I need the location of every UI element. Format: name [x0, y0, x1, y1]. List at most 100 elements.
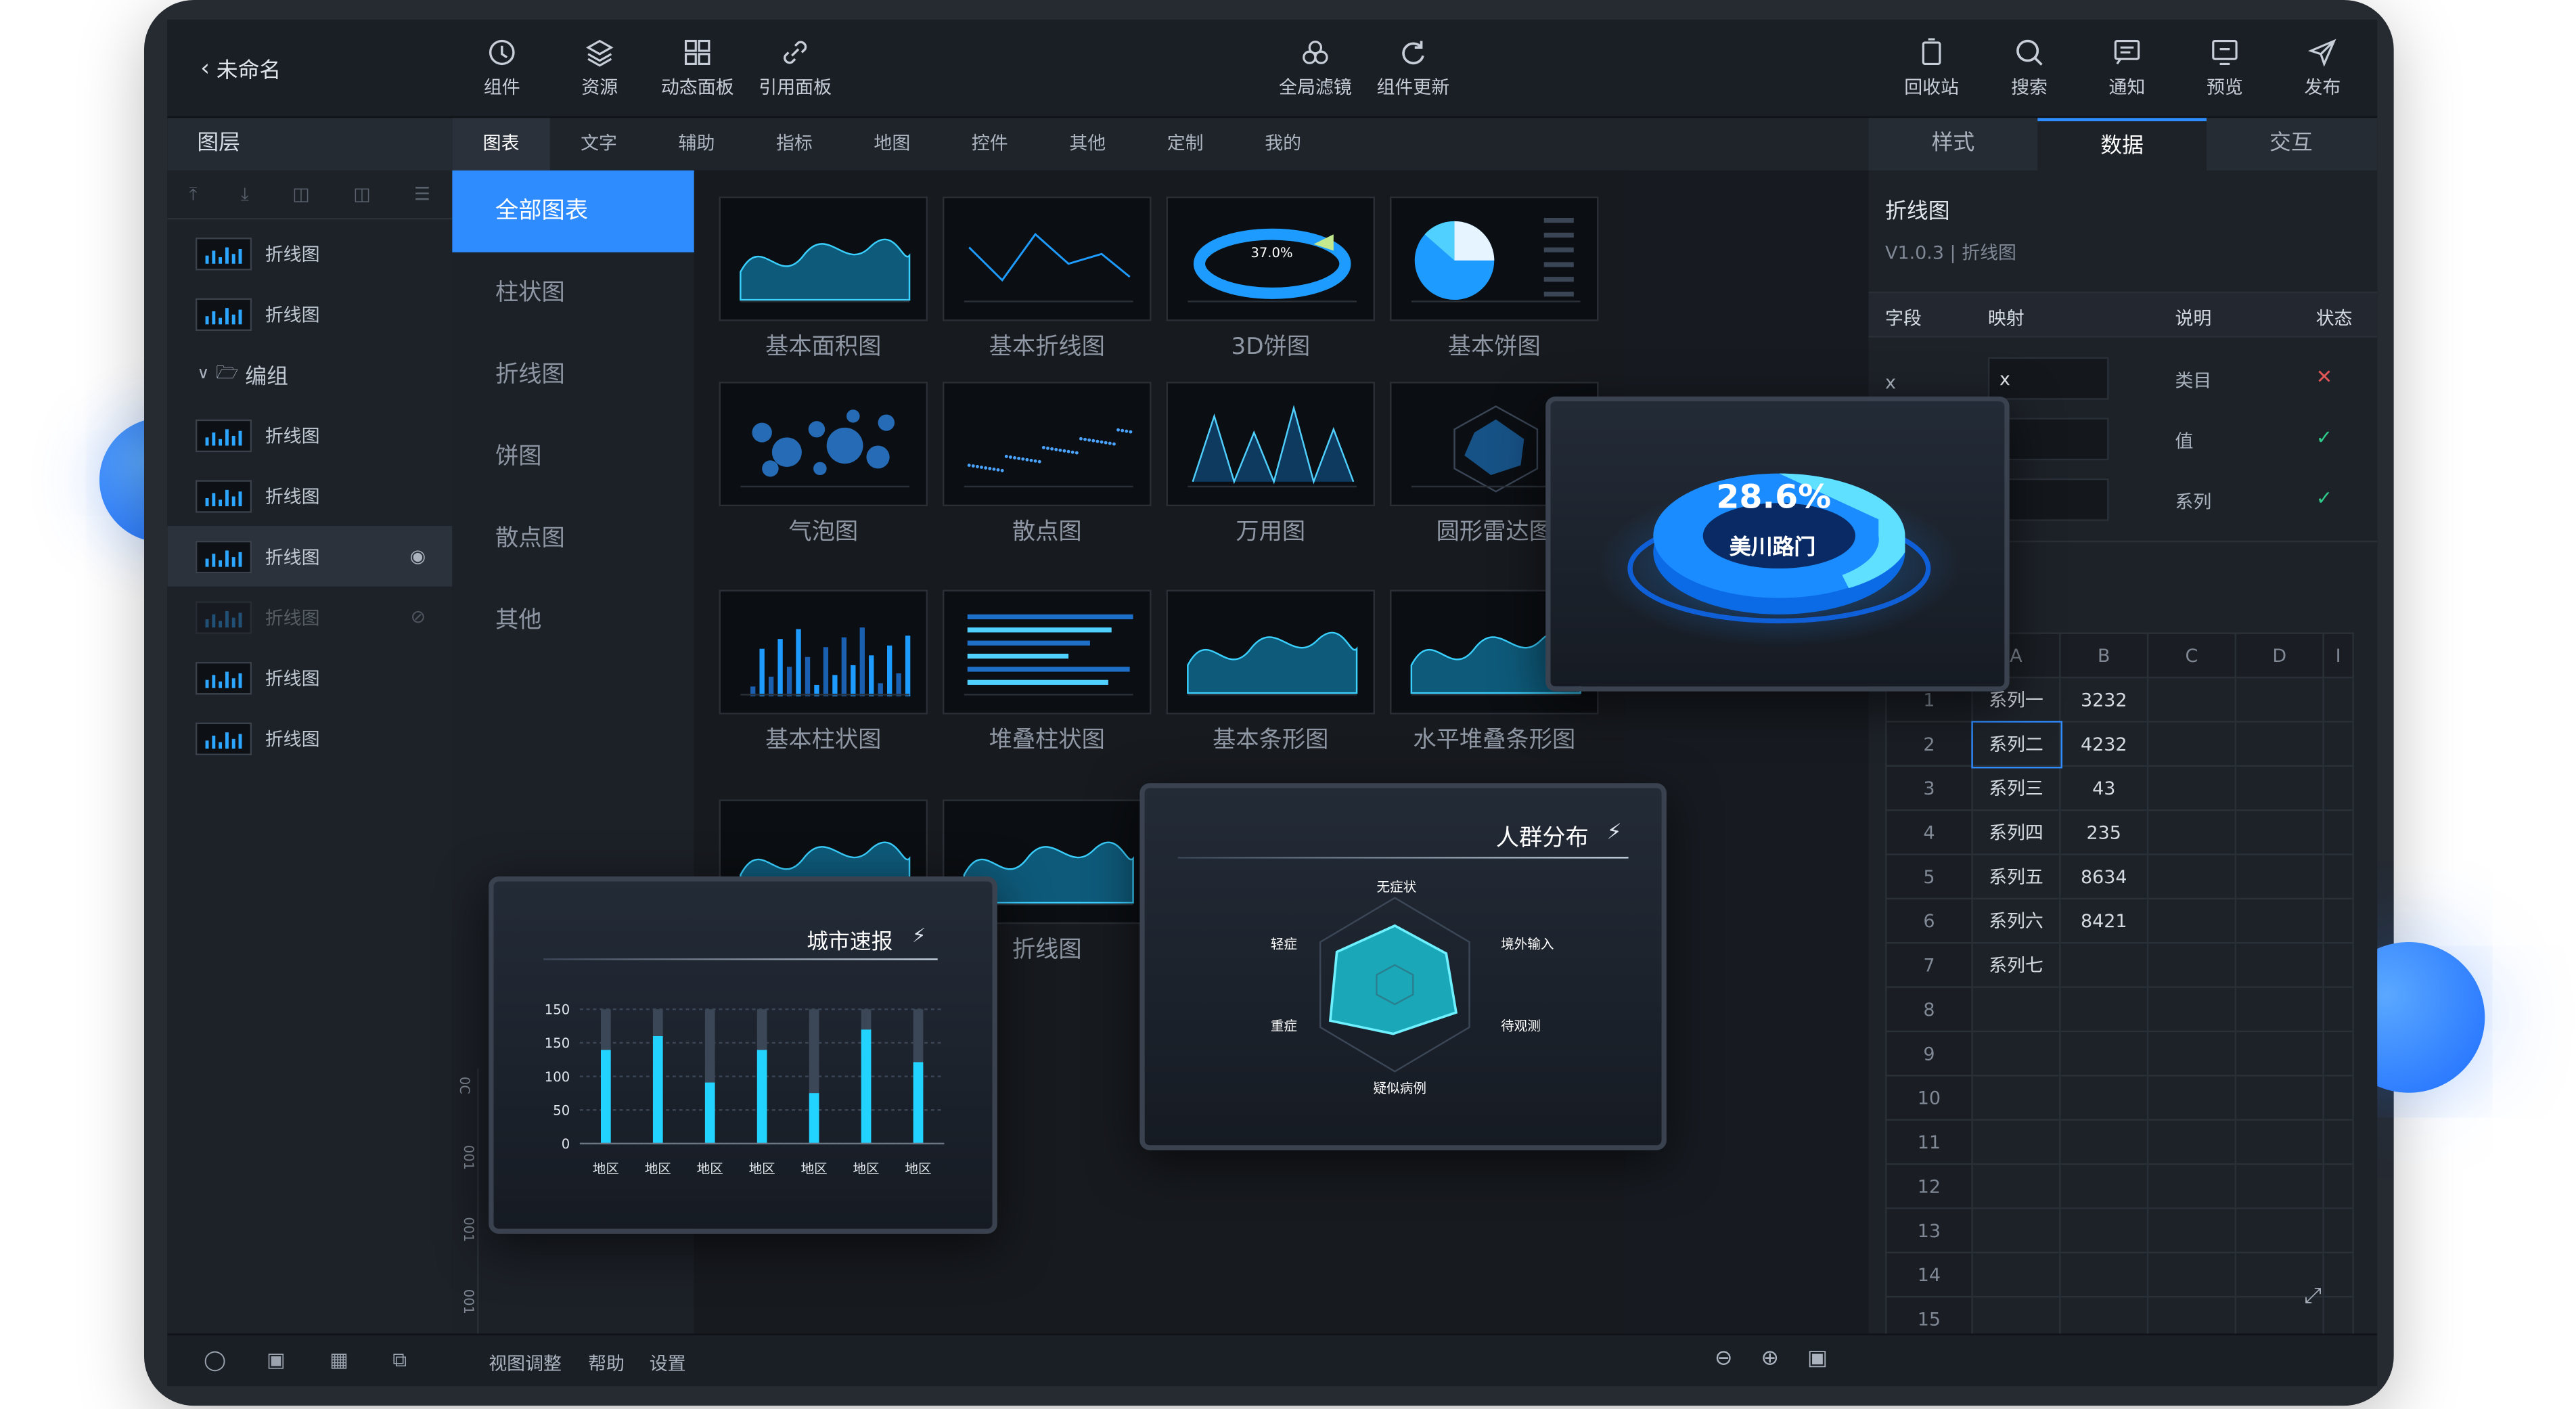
sheet-cell[interactable] [2322, 1207, 2354, 1253]
eye-off-icon[interactable]: ⊘ [411, 606, 426, 627]
tab-category[interactable]: 图表 [452, 118, 550, 171]
sheet-cell[interactable]: 4232 [2059, 721, 2149, 767]
chevron-down-icon[interactable]: ∨ [197, 365, 209, 384]
sheet-cell[interactable] [2146, 897, 2237, 944]
sheet-cell[interactable] [2322, 1163, 2354, 1209]
chart-card[interactable]: 基本折线图 [943, 196, 1152, 363]
sheet-cell[interactable] [2234, 765, 2324, 811]
chart-card[interactable]: 基本条形图 [1166, 589, 1376, 756]
copy-icon[interactable]: ⧉ [392, 1348, 407, 1372]
sheet-cell[interactable] [2146, 1030, 2237, 1077]
toolbar-center-0[interactable]: 全局滤镜 [1278, 36, 1354, 99]
sheet-cell[interactable] [2059, 1119, 2149, 1165]
chart-card[interactable]: 万用图 [1166, 382, 1376, 547]
sheet-cell[interactable]: 系列三 [1971, 765, 2061, 811]
back-button[interactable]: ‹ 未命名 [200, 52, 281, 83]
sheet-cell[interactable] [1971, 1251, 2061, 1298]
sheet-cell[interactable] [2146, 1207, 2237, 1253]
sheet-cell[interactable] [2234, 1119, 2324, 1165]
move-bottom-icon[interactable]: ⤓ [241, 183, 249, 206]
tab-category[interactable]: 文字 [550, 118, 648, 170]
list-icon[interactable]: ☰ [414, 183, 430, 204]
sheet-column-header[interactable]: D [2234, 632, 2324, 679]
sheet-cell[interactable] [1971, 1030, 2061, 1077]
sheet-cell[interactable] [2234, 809, 2324, 855]
chart-type-item[interactable]: 全部图表 [452, 170, 694, 252]
sheet-cell[interactable]: 8421 [2059, 897, 2149, 944]
sheet-cell[interactable]: 3232 [2059, 676, 2149, 723]
fit-screen-icon[interactable]: ▣ [1807, 1347, 1828, 1371]
sheet-cell[interactable] [2146, 1163, 2237, 1209]
sheet-cell[interactable] [2322, 1075, 2354, 1121]
data-sheet[interactable]: A B C D I 1 系列一 3232 2 系列二 4232 3 系列三 43 4 系列四 235 5 系列五 86… [1885, 632, 2354, 1342]
toolbar-right-2[interactable]: 通知 [2089, 36, 2165, 99]
sheet-cell[interactable] [2234, 897, 2324, 944]
sheet-cell[interactable] [2059, 1163, 2149, 1209]
sheet-cell[interactable]: 43 [2059, 765, 2149, 811]
sheet-cell[interactable] [2234, 1030, 2324, 1077]
sheet-cell[interactable] [2322, 765, 2354, 811]
sheet-cell[interactable] [2234, 942, 2324, 988]
sheet-cell[interactable] [1971, 1119, 2061, 1165]
sheet-cell[interactable] [1971, 1163, 2061, 1209]
sheet-cell[interactable] [2322, 942, 2354, 988]
chart-card[interactable]: 堆叠柱状图 [943, 589, 1152, 756]
expand-icon[interactable]: ⤢ [2304, 1284, 2321, 1309]
layer-item[interactable]: 折线图 ⊘ [167, 587, 452, 648]
toolbar-right-1[interactable]: 搜索 [1991, 36, 2068, 99]
layer-group[interactable]: ∨ 🗁 编组 [167, 344, 452, 405]
sheet-cell[interactable] [2146, 1251, 2237, 1298]
layer-item[interactable]: 折线图 [167, 708, 452, 769]
chart-card[interactable]: 气泡图 [719, 382, 928, 547]
sheet-cell[interactable] [2322, 1251, 2354, 1298]
sheet-cell[interactable] [2234, 1163, 2324, 1209]
chart-card[interactable]: 基本面积图 [719, 196, 928, 363]
sheet-column-header[interactable]: I [2322, 632, 2354, 679]
sheet-cell[interactable]: 235 [2059, 809, 2149, 855]
chart-card[interactable]: 散点图 [943, 382, 1152, 547]
sheet-cell[interactable] [2146, 942, 2237, 988]
tab-category[interactable]: 其他 [1039, 118, 1136, 170]
layer-item[interactable]: 折线图 ◉ [167, 526, 453, 587]
sheet-cell[interactable] [2234, 853, 2324, 900]
sheet-cell[interactable] [2146, 721, 2237, 767]
layer-item[interactable]: 折线图 [167, 405, 452, 466]
chart-card[interactable]: 37.0% 3D饼图 [1166, 196, 1376, 363]
sheet-column-header[interactable]: C [2146, 632, 2237, 679]
sheet-cell[interactable]: 系列六 [1971, 897, 2061, 944]
lock-icon[interactable]: ▣ [267, 1348, 286, 1371]
sheet-cell[interactable] [2322, 897, 2354, 944]
view-adjust-button[interactable]: 视图调整 [489, 1350, 562, 1377]
toolbar-right-3[interactable]: 预览 [2187, 36, 2263, 99]
help-button[interactable]: 帮助 [588, 1350, 625, 1377]
toolbar-left-2[interactable]: 动态面板 [659, 36, 736, 99]
sheet-cell[interactable] [2322, 676, 2354, 723]
chart-type-item[interactable]: 折线图 [452, 334, 694, 416]
tab-interaction[interactable]: 交互 [2207, 118, 2376, 170]
tab-category[interactable]: 我的 [1234, 118, 1332, 170]
sheet-cell[interactable] [2059, 942, 2149, 988]
sheet-cell[interactable] [2146, 765, 2237, 811]
sheet-cell[interactable] [2234, 1207, 2324, 1253]
sheet-cell[interactable] [2146, 1119, 2237, 1165]
layer-item[interactable]: 折线图 [167, 647, 452, 708]
sheet-cell[interactable] [2146, 809, 2237, 855]
sheet-cell[interactable] [1971, 986, 2061, 1033]
tab-data[interactable]: 数据 [2037, 118, 2207, 171]
toolbar-right-4[interactable]: 发布 [2284, 36, 2361, 99]
map-input[interactable]: x [1987, 357, 2109, 400]
sheet-cell[interactable] [2322, 853, 2354, 900]
sheet-cell[interactable]: 系列七 [1971, 942, 2061, 988]
chart-card[interactable]: 基本柱状图 [719, 589, 928, 756]
sheet-cell[interactable] [2146, 1075, 2237, 1121]
layer-item[interactable]: 折线图 [167, 284, 452, 344]
sheet-cell[interactable] [2322, 809, 2354, 855]
tab-category[interactable]: 控件 [941, 118, 1039, 170]
sheet-cell[interactable] [1971, 1207, 2061, 1253]
sheet-cell[interactable] [2059, 1075, 2149, 1121]
zoom-in-icon[interactable]: ⊕ [1761, 1347, 1779, 1371]
move-top-icon[interactable]: ⤒ [189, 183, 197, 206]
sheet-cell[interactable] [2059, 1030, 2149, 1077]
sheet-cell[interactable]: 系列二 [1970, 719, 2062, 768]
chart-type-item[interactable]: 柱状图 [452, 252, 694, 334]
